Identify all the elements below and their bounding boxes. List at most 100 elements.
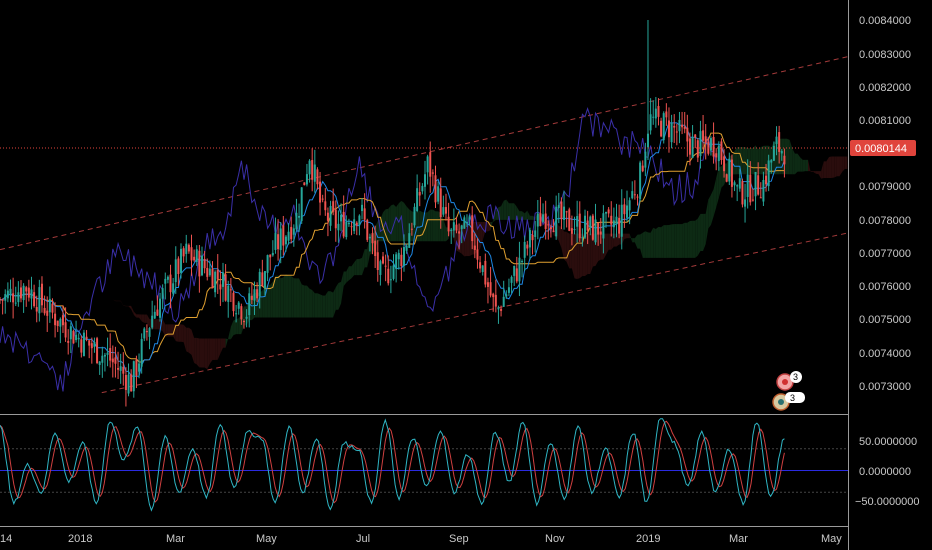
candle-body[interactable] xyxy=(607,209,610,214)
candle-body[interactable] xyxy=(242,321,245,323)
candle-body[interactable] xyxy=(688,138,691,155)
candle-body[interactable] xyxy=(214,271,217,293)
candle-body[interactable] xyxy=(271,252,274,256)
candle-body[interactable] xyxy=(366,219,369,240)
candle-body[interactable] xyxy=(64,322,67,338)
candle-body[interactable] xyxy=(644,151,647,168)
candle-body[interactable] xyxy=(408,233,411,248)
candle-body[interactable] xyxy=(69,326,72,340)
candle-body[interactable] xyxy=(269,254,272,258)
candle-body[interactable] xyxy=(673,125,676,128)
candle-body[interactable] xyxy=(185,243,188,254)
candle-body[interactable] xyxy=(458,231,461,234)
candle-body[interactable] xyxy=(332,201,335,212)
candle-body[interactable] xyxy=(156,309,159,316)
candle-body[interactable] xyxy=(4,294,7,301)
candle-body[interactable] xyxy=(106,352,109,355)
candle-body[interactable] xyxy=(552,230,555,232)
candle-body[interactable] xyxy=(418,192,421,196)
candle-body[interactable] xyxy=(738,178,741,189)
candle-body[interactable] xyxy=(256,289,259,299)
candle-body[interactable] xyxy=(151,315,154,328)
candle-body[interactable] xyxy=(85,336,88,340)
candle-body[interactable] xyxy=(544,213,547,229)
candle-body[interactable] xyxy=(660,120,663,137)
candle-body[interactable] xyxy=(733,182,736,186)
candle-body[interactable] xyxy=(400,254,403,267)
candle-body[interactable] xyxy=(563,206,566,220)
candle-body[interactable] xyxy=(292,228,295,235)
candle-body[interactable] xyxy=(277,234,280,250)
candle-body[interactable] xyxy=(416,188,419,212)
oscillator-axis[interactable]: 50.0000000 0.0000000 −50.0000000 xyxy=(855,436,920,508)
candle-body[interactable] xyxy=(442,207,445,215)
candle-body[interactable] xyxy=(350,226,353,228)
candle-body[interactable] xyxy=(19,287,22,299)
candle-body[interactable] xyxy=(494,294,497,307)
price-chart[interactable]: 0.0084000 0.0083000 0.0082000 0.0081000 … xyxy=(0,0,932,550)
candle-body[interactable] xyxy=(33,292,36,307)
candle-body[interactable] xyxy=(492,293,495,298)
candle-body[interactable] xyxy=(712,136,715,157)
candle-body[interactable] xyxy=(528,230,531,248)
candle-body[interactable] xyxy=(119,366,122,371)
candle-body[interactable] xyxy=(311,160,314,180)
candle-body[interactable] xyxy=(507,287,510,293)
candle-body[interactable] xyxy=(426,156,429,173)
candle-body[interactable] xyxy=(765,175,768,185)
candle-body[interactable] xyxy=(452,222,455,231)
candle-body[interactable] xyxy=(667,120,670,138)
candle-body[interactable] xyxy=(502,296,505,307)
candle-body[interactable] xyxy=(358,215,361,226)
candle-body[interactable] xyxy=(240,306,243,320)
candle-body[interactable] xyxy=(153,311,156,319)
candle-body[interactable] xyxy=(578,213,581,239)
candle-body[interactable] xyxy=(633,194,636,196)
candle-body[interactable] xyxy=(584,215,587,238)
candle-body[interactable] xyxy=(610,215,613,225)
candle-body[interactable] xyxy=(597,222,600,235)
candle-body[interactable] xyxy=(75,334,78,341)
candle-body[interactable] xyxy=(510,276,513,283)
candle-body[interactable] xyxy=(138,363,141,372)
candle-body[interactable] xyxy=(497,307,500,310)
candle-body[interactable] xyxy=(675,131,678,133)
candle-body[interactable] xyxy=(526,244,529,249)
candle-body[interactable] xyxy=(741,181,744,205)
candle-body[interactable] xyxy=(161,288,164,299)
candle-body[interactable] xyxy=(206,267,209,277)
candle-body[interactable] xyxy=(605,211,608,214)
candle-body[interactable] xyxy=(728,158,731,182)
candle-body[interactable] xyxy=(586,220,589,231)
candle-body[interactable] xyxy=(560,201,563,220)
candle-body[interactable] xyxy=(429,152,432,177)
candle-body[interactable] xyxy=(709,138,712,151)
candle-body[interactable] xyxy=(172,283,175,294)
candle-body[interactable] xyxy=(61,315,64,326)
candle-body[interactable] xyxy=(704,136,707,144)
candle-body[interactable] xyxy=(636,196,639,198)
candle-body[interactable] xyxy=(631,191,634,199)
candle-body[interactable] xyxy=(460,225,463,230)
candle-body[interactable] xyxy=(14,302,17,304)
candle-body[interactable] xyxy=(9,288,12,295)
candle-body[interactable] xyxy=(261,272,264,287)
candle-body[interactable] xyxy=(287,231,290,241)
candle-body[interactable] xyxy=(266,255,269,273)
candle-body[interactable] xyxy=(0,298,1,300)
candle-body[interactable] xyxy=(117,367,120,370)
candle-body[interactable] xyxy=(591,215,594,240)
candle-body[interactable] xyxy=(762,180,765,202)
candle-body[interactable] xyxy=(30,289,33,299)
candle-body[interactable] xyxy=(489,282,492,296)
candle-body[interactable] xyxy=(221,272,224,287)
candle-body[interactable] xyxy=(778,132,781,152)
candle-body[interactable] xyxy=(450,229,453,232)
candle-body[interactable] xyxy=(35,307,38,312)
candle-body[interactable] xyxy=(324,201,327,211)
candle-body[interactable] xyxy=(500,308,503,311)
candle-body[interactable] xyxy=(374,240,377,257)
candle-body[interactable] xyxy=(300,187,303,221)
candle-body[interactable] xyxy=(279,228,282,251)
candle-body[interactable] xyxy=(410,228,413,230)
